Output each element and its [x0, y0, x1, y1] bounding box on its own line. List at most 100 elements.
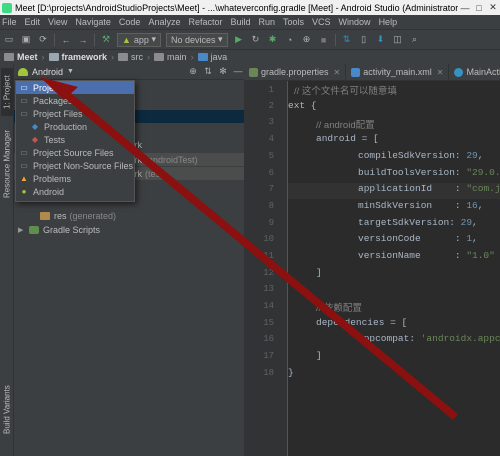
code-number: 1: [466, 233, 473, 244]
menu-view[interactable]: View: [48, 17, 67, 27]
breadcrumb-separator: ›: [111, 52, 115, 62]
profile-icon[interactable]: ◔: [284, 34, 296, 46]
tree-row-gradle-scripts[interactable]: ▶ Gradle Scripts: [14, 223, 244, 236]
editor-tabs: gradle.properties ✕ activity_main.xml ✕ Ma…: [244, 64, 500, 81]
breadcrumb-separator: ›: [147, 52, 151, 62]
code-key: buildToolsVersion: [358, 167, 455, 178]
menu-refactor[interactable]: Refactor: [188, 17, 222, 27]
project-view-selector[interactable]: Android: [32, 67, 63, 77]
minimize-button[interactable]: —: [458, 3, 472, 13]
tree-row[interactable]: res (generated): [14, 209, 244, 222]
main-toolbar: ▭ ▣ ⟳ ← → ⚒ ▲ app ▾ No devices ▾ ▶ ↻ ✱ ◔ …: [0, 29, 500, 49]
view-option-android[interactable]: ● Android: [16, 185, 134, 198]
tab-activity-main-xml[interactable]: activity_main.xml ✕: [346, 64, 450, 80]
code-string: "com.ji: [466, 183, 500, 194]
open-folder-icon[interactable]: ▭: [3, 34, 15, 46]
view-option-packages[interactable]: ▭ Packages: [16, 94, 134, 107]
save-icon[interactable]: ▣: [20, 34, 32, 46]
avd-manager-icon[interactable]: ▯: [358, 34, 370, 46]
locate-icon[interactable]: ⊕: [187, 66, 199, 77]
menu-navigate[interactable]: Navigate: [75, 17, 111, 27]
collapse-icon[interactable]: ⇅: [202, 66, 214, 77]
tab-main-activity[interactable]: MainActivi: [449, 64, 500, 80]
code-string: "1.0": [466, 250, 495, 261]
breadcrumb-main[interactable]: main: [154, 52, 187, 62]
menu-code[interactable]: Code: [119, 17, 141, 27]
menu-analyze[interactable]: Analyze: [148, 17, 180, 27]
close-button[interactable]: ✕: [486, 2, 500, 13]
layout-inspector-icon[interactable]: ◫: [392, 34, 404, 46]
code-line: ]: [316, 350, 322, 366]
run-icon[interactable]: ▶: [233, 34, 245, 46]
view-option-problems[interactable]: ▲ Problems: [16, 172, 134, 185]
view-option-project-non-source-files[interactable]: ▭ Project Non-Source Files: [16, 159, 134, 172]
code-key: versionName: [358, 250, 421, 261]
run-config-selector[interactable]: ▲ app ▾: [117, 32, 161, 47]
view-option-tests[interactable]: ◆ Tests: [16, 133, 134, 146]
view-option-project-source-files[interactable]: ▭ Project Source Files: [16, 146, 134, 159]
attach-debugger-icon[interactable]: ⊕: [301, 34, 313, 46]
project-view-menu: ▭ Project ▭ Packages ▭ Project Files ◆ Produ…: [15, 80, 135, 202]
code-text: dependencies = [: [316, 317, 408, 328]
menu-build[interactable]: Build: [230, 17, 250, 27]
chevron-right-icon[interactable]: ▶: [18, 226, 26, 234]
code-editor[interactable]: // 这个文件名可以随意填 ext { // android配置 android…: [288, 81, 500, 456]
code-key: applicationId: [358, 183, 433, 194]
breadcrumb-framework[interactable]: framework: [48, 52, 107, 62]
tab-label: MainActivi: [466, 67, 500, 77]
line-number: 11: [263, 251, 274, 261]
close-icon[interactable]: ✕: [437, 68, 444, 77]
apply-changes-icon[interactable]: ↻: [250, 34, 262, 46]
project-panel-actions: ⊕ ⇅ ✻ —: [184, 66, 244, 77]
tree-note: (androidTest): [145, 154, 198, 165]
view-option-production[interactable]: ◆ Production: [16, 120, 134, 133]
close-icon[interactable]: ✕: [334, 68, 341, 77]
sync-icon[interactable]: ⟳: [37, 34, 49, 46]
menu-file[interactable]: File: [2, 17, 17, 27]
chevron-down-icon[interactable]: ▼: [67, 68, 74, 75]
view-option-project-files[interactable]: ▭ Project Files: [16, 107, 134, 120]
code-comment: // 这个文件名可以随意填: [294, 86, 397, 97]
debug-icon[interactable]: ✱: [267, 34, 279, 46]
view-option-project[interactable]: ▭ Project: [16, 81, 134, 94]
android-icon: ▲: [122, 34, 131, 45]
toolbar-separator: [54, 33, 55, 46]
menu-window[interactable]: Window: [339, 17, 371, 27]
stop-icon[interactable]: ■: [318, 34, 330, 46]
gear-icon[interactable]: ✻: [217, 66, 229, 77]
breadcrumb-src[interactable]: src: [118, 52, 143, 62]
menu-edit[interactable]: Edit: [25, 17, 41, 27]
warning-icon: ▲: [20, 174, 28, 183]
hide-icon[interactable]: —: [232, 66, 244, 77]
sdk-manager-icon[interactable]: ⬇: [375, 34, 387, 46]
device-selector[interactable]: No devices ▾: [165, 32, 228, 47]
search-icon[interactable]: ⌕: [409, 34, 421, 46]
project-panel-header: Android ▼ ⊕ ⇅ ✻ —: [14, 64, 244, 80]
tree-label: Gradle Scripts: [43, 224, 101, 235]
line-number: 2: [268, 101, 274, 111]
android-studio-icon: [2, 2, 12, 13]
breadcrumb-label: src: [131, 52, 144, 62]
tree-note: (test): [145, 168, 166, 179]
tab-label: gradle.properties: [261, 67, 329, 77]
maximize-button[interactable]: □: [472, 3, 486, 13]
tab-resource-manager[interactable]: Resource Manager: [1, 124, 13, 204]
view-option-label: Project Non-Source Files: [33, 160, 134, 171]
line-number: 8: [268, 201, 274, 211]
menu-tools[interactable]: Tools: [283, 17, 304, 27]
menu-vcs[interactable]: VCS: [312, 17, 331, 27]
menu-help[interactable]: Help: [379, 17, 398, 27]
tab-build-variants[interactable]: Build Variants: [1, 376, 13, 444]
folder-icon: ▭: [20, 148, 28, 157]
tab-project[interactable]: 1: Project: [1, 68, 13, 116]
back-icon[interactable]: ←: [60, 34, 72, 46]
hammer-icon[interactable]: ⚒: [100, 34, 112, 46]
breadcrumb-java[interactable]: java: [197, 52, 227, 62]
breadcrumb-meet[interactable]: Meet: [4, 52, 38, 62]
code-line: targetSdkVersion: 29,: [358, 217, 478, 228]
menu-run[interactable]: Run: [259, 17, 276, 27]
forward-icon[interactable]: →: [77, 34, 89, 46]
tab-gradle-properties[interactable]: gradle.properties ✕: [244, 64, 347, 80]
gradle-sync-icon[interactable]: ⇅: [341, 34, 353, 46]
line-number: 15: [263, 318, 274, 328]
